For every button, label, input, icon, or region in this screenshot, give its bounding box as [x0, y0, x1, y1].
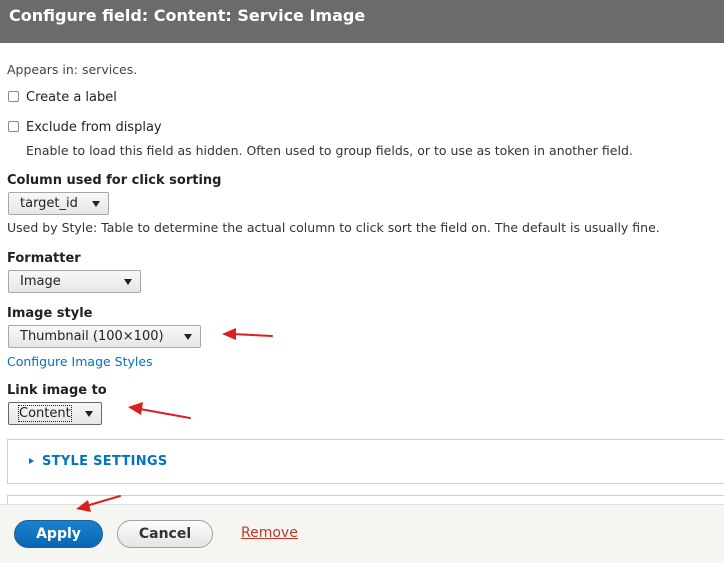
link-image-label: Link image to	[7, 383, 107, 398]
formatter-select[interactable]: Image	[8, 270, 141, 293]
image-style-label: Image style	[7, 306, 93, 321]
style-settings-section[interactable]: STYLE SETTINGS	[7, 439, 724, 484]
click-sort-value: target_id	[20, 196, 78, 211]
image-style-select[interactable]: Thumbnail (100×100)	[8, 325, 201, 348]
triangle-right-icon	[29, 458, 34, 464]
dialog-footer: Apply Cancel Remove	[0, 504, 724, 563]
formatter-label: Formatter	[7, 251, 81, 266]
chevron-down-icon	[184, 334, 192, 340]
click-sort-description: Used by Style: Table to determine the ac…	[7, 220, 660, 235]
apply-button[interactable]: Apply	[14, 520, 103, 548]
cancel-button[interactable]: Cancel	[117, 520, 213, 548]
click-sort-label: Column used for click sorting	[7, 173, 222, 188]
chevron-down-icon	[124, 279, 132, 285]
chevron-down-icon	[85, 411, 93, 417]
exclude-display-text: Exclude from display	[26, 120, 162, 135]
dialog-title: Configure field: Content: Service Image	[0, 0, 724, 43]
chevron-down-icon	[92, 201, 100, 207]
exclude-display-checkbox[interactable]	[8, 121, 19, 132]
create-label-checkbox[interactable]	[8, 91, 19, 102]
exclude-display-description: Enable to load this field as hidden. Oft…	[26, 143, 633, 158]
dialog-content: Appears in: services. Create a label Exc…	[0, 43, 724, 515]
formatter-value: Image	[20, 274, 61, 289]
appears-in-text: Appears in: services.	[7, 62, 138, 77]
create-label-text: Create a label	[26, 90, 117, 105]
style-settings-summary[interactable]: STYLE SETTINGS	[42, 454, 168, 469]
link-image-select[interactable]: Content	[8, 402, 102, 425]
remove-link[interactable]: Remove	[241, 525, 298, 541]
link-image-value: Content	[18, 405, 72, 422]
configure-image-styles-link[interactable]: Configure Image Styles	[7, 354, 153, 369]
click-sort-select[interactable]: target_id	[8, 192, 109, 215]
image-style-value: Thumbnail (100×100)	[20, 329, 164, 344]
